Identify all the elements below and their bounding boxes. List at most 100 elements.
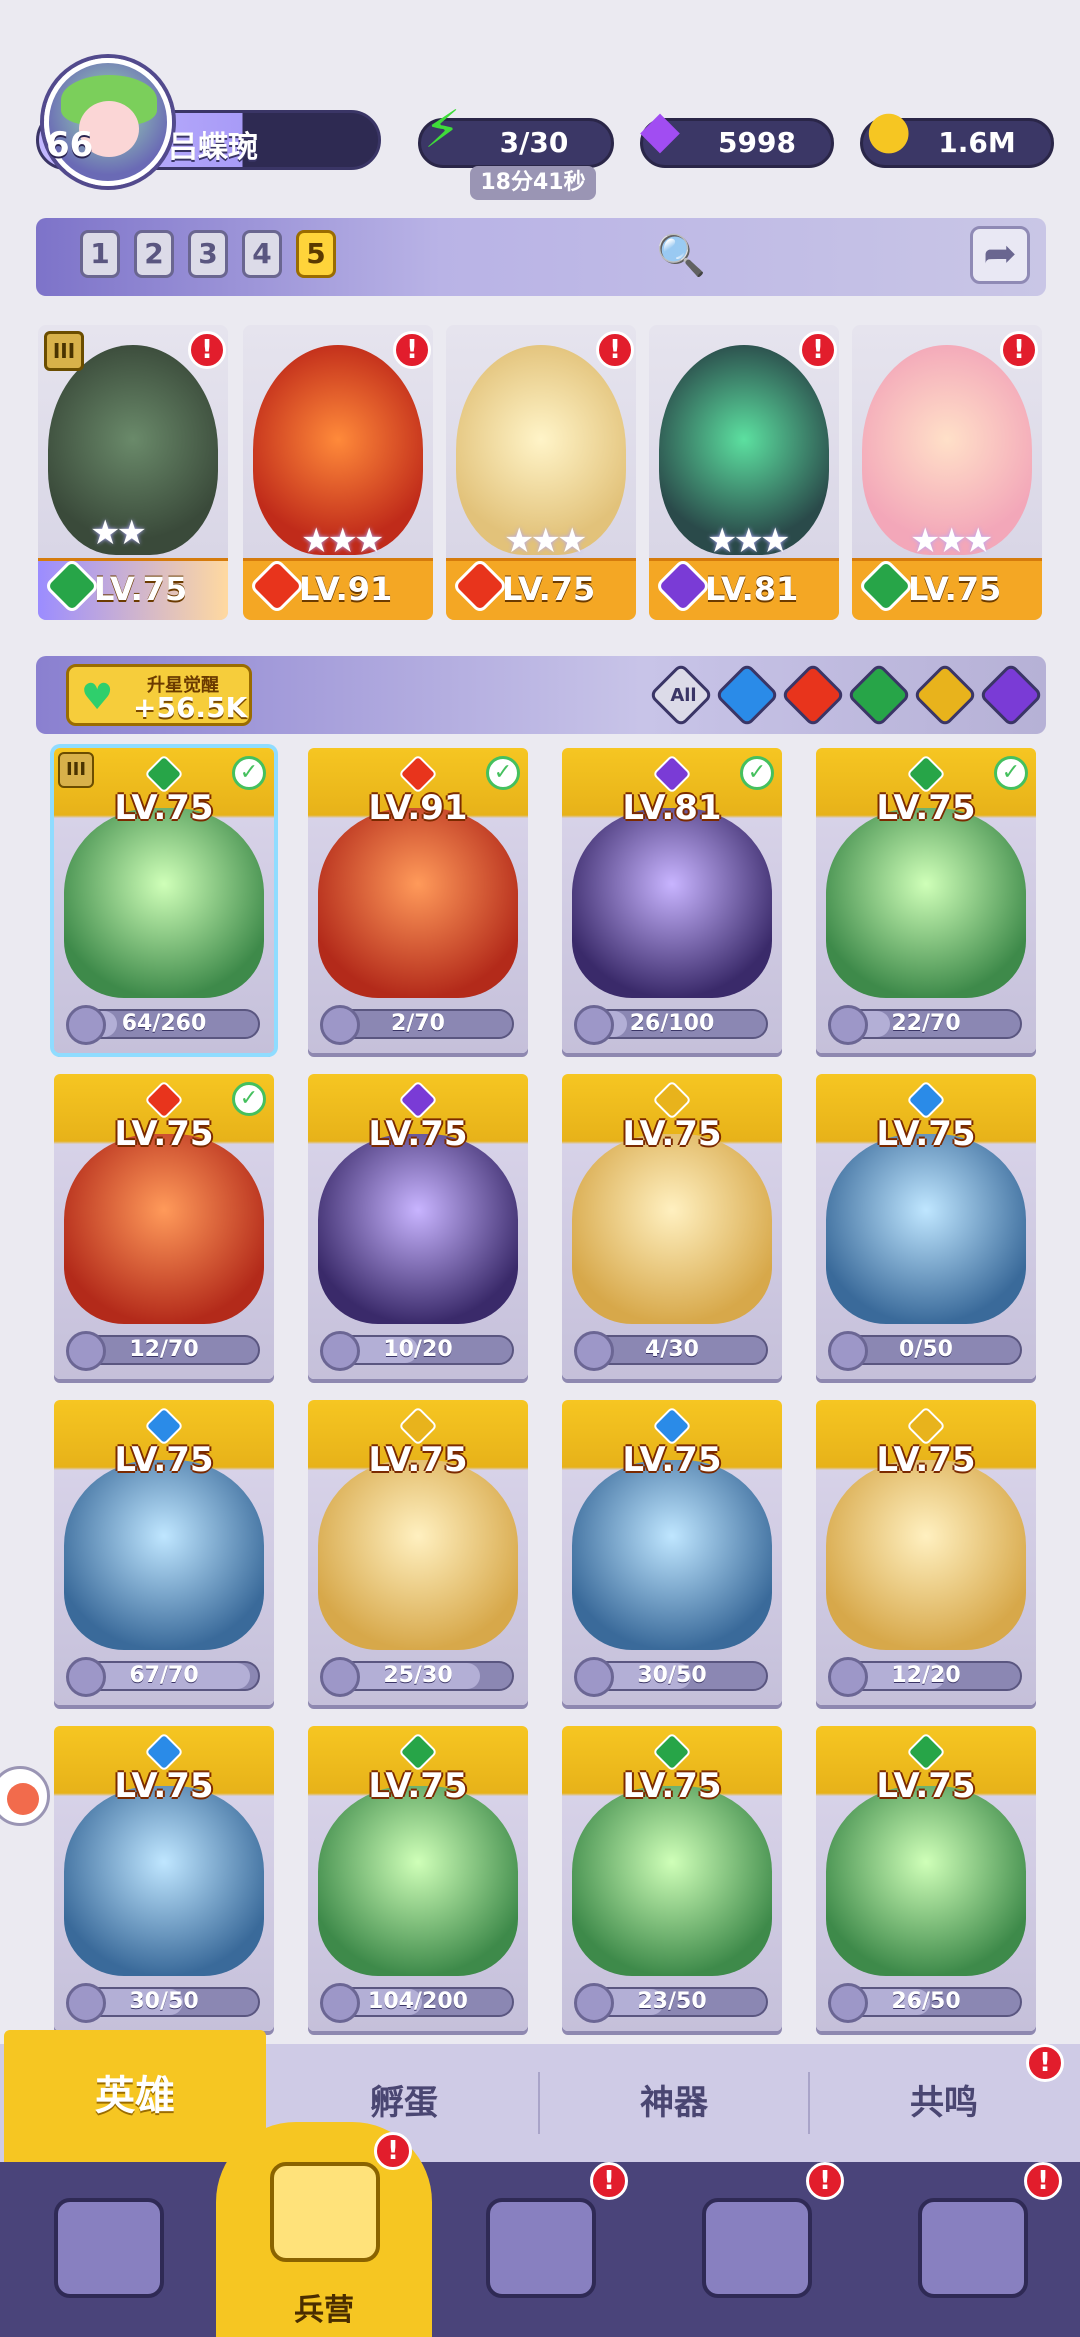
team-select-bar: 1 2 3 4 5 🔍 ➦ bbox=[36, 218, 1046, 296]
water-filter-icon[interactable] bbox=[714, 662, 780, 728]
hero-portrait bbox=[318, 808, 518, 998]
team-slot-3[interactable]: ★★★ ! LV.75 bbox=[446, 325, 636, 620]
hero-card[interactable]: LV.75 12/20 bbox=[816, 1400, 1036, 1705]
star-awaken-button[interactable]: ♥ 升星觉醒 +56.5K bbox=[66, 664, 252, 726]
heart-icon: ♥ bbox=[81, 677, 114, 718]
shard-count: 67/70 bbox=[129, 1663, 199, 1688]
gem-value: 5998 bbox=[718, 126, 796, 159]
top-bar: 66 吕蝶琬 3/30 ⚡ 18分41秒 5998 ◆ 1.6M ● bbox=[0, 0, 1080, 200]
hero-level: LV.81 bbox=[705, 570, 799, 608]
shard-count: 2/70 bbox=[391, 1011, 445, 1036]
helper-face bbox=[7, 1783, 39, 1815]
hero-level: LV.91 bbox=[368, 788, 468, 828]
hero-level: LV.75 bbox=[368, 1766, 468, 1806]
rank-badge: III bbox=[58, 752, 94, 788]
hero-portrait bbox=[318, 1460, 518, 1650]
dark-filter-icon[interactable] bbox=[978, 662, 1044, 728]
fire-filter-icon[interactable] bbox=[780, 662, 846, 728]
hero-level: LV.75 bbox=[876, 1766, 976, 1806]
hero-portrait bbox=[64, 1786, 264, 1976]
light-filter-icon[interactable] bbox=[912, 662, 978, 728]
team-tab-3[interactable]: 3 bbox=[188, 230, 228, 278]
hero-card[interactable]: ✓ LV.75 22/70 bbox=[816, 748, 1036, 1053]
hero-level: LV.75 bbox=[114, 1766, 214, 1806]
hero-portrait bbox=[572, 808, 772, 998]
team-slot-1[interactable]: III ★★ ! LV.75 bbox=[38, 325, 228, 620]
hero-card[interactable]: ✓ LV.91 2/70 bbox=[308, 748, 528, 1053]
shard-progress-bar: 30/50 bbox=[66, 1983, 260, 2023]
alert-badge: ! bbox=[806, 2162, 844, 2200]
nature-filter-icon[interactable] bbox=[846, 662, 912, 728]
hero-level: LV.75 bbox=[114, 788, 214, 828]
shard-progress-bar: 104/200 bbox=[320, 1983, 514, 2023]
nav-map[interactable]: ! bbox=[432, 2162, 648, 2337]
hero-card[interactable]: LV.75 104/200 bbox=[308, 1726, 528, 2031]
hero-card[interactable]: LV.75 26/50 bbox=[816, 1726, 1036, 2031]
alert-badge: ! bbox=[1000, 331, 1038, 369]
player-avatar[interactable] bbox=[44, 58, 172, 186]
alert-badge: ! bbox=[799, 331, 837, 369]
shard-progress-bar: 2/70 bbox=[320, 1005, 514, 1045]
shard-progress-bar: 4/30 bbox=[574, 1331, 768, 1371]
hero-level: LV.75 bbox=[622, 1114, 722, 1154]
guild-icon bbox=[918, 2198, 1028, 2298]
team-slot-5[interactable]: ★★★ ! LV.75 bbox=[852, 325, 1042, 620]
nav-shop[interactable]: ! bbox=[648, 2162, 864, 2337]
team-slot-2[interactable]: ★★★ ! LV.91 bbox=[243, 325, 433, 620]
team-slot-4[interactable]: ★★★ ! LV.81 bbox=[649, 325, 839, 620]
shard-count: 26/100 bbox=[629, 1011, 715, 1036]
team-tab-4[interactable]: 4 bbox=[242, 230, 282, 278]
nav-guild[interactable]: ! bbox=[864, 2162, 1080, 2337]
shard-progress-bar: 25/30 bbox=[320, 1657, 514, 1697]
shard-progress-bar: 23/50 bbox=[574, 1983, 768, 2023]
hero-card[interactable]: LV.75 67/70 bbox=[54, 1400, 274, 1705]
alert-badge: ! bbox=[590, 2162, 628, 2200]
hero-card[interactable]: LV.75 0/50 bbox=[816, 1074, 1036, 1379]
filter-bar: ♥ 升星觉醒 +56.5K All bbox=[36, 656, 1046, 734]
shard-count: 23/50 bbox=[637, 1989, 707, 2014]
hero-card[interactable]: III ✓ LV.75 64/260 bbox=[54, 748, 274, 1053]
hero-level: LV.75 bbox=[502, 570, 596, 608]
hero-card[interactable]: ✓ LV.75 12/70 bbox=[54, 1074, 274, 1379]
team-tab-2[interactable]: 2 bbox=[134, 230, 174, 278]
tab-heroes[interactable]: 英雄 bbox=[4, 2030, 266, 2162]
nav-cards[interactable] bbox=[0, 2162, 216, 2337]
filter-all-button[interactable]: All bbox=[648, 662, 714, 728]
hero-card[interactable]: LV.75 23/50 bbox=[562, 1726, 782, 2031]
hero-card[interactable]: LV.75 30/50 bbox=[562, 1400, 782, 1705]
shard-count: 26/50 bbox=[891, 1989, 961, 2014]
hero-portrait bbox=[318, 1786, 518, 1976]
hero-card[interactable]: LV.75 25/30 bbox=[308, 1400, 528, 1705]
nav-barracks[interactable]: 兵营 ! bbox=[216, 2122, 432, 2337]
hero-level: LV.75 bbox=[368, 1440, 468, 1480]
hero-card[interactable]: LV.75 10/20 bbox=[308, 1074, 528, 1379]
map-icon bbox=[486, 2198, 596, 2298]
gold-coin-icon: ● bbox=[866, 100, 912, 160]
hero-card[interactable]: ✓ LV.81 26/100 bbox=[562, 748, 782, 1053]
star-rating: ★★★ bbox=[707, 521, 790, 561]
floating-helper-avatar[interactable] bbox=[0, 1766, 50, 1826]
sub-tab-bar: 英雄 孵蛋 神器 共鸣 ! bbox=[0, 2030, 1080, 2162]
shard-progress-bar: 67/70 bbox=[66, 1657, 260, 1697]
shard-count: 25/30 bbox=[383, 1663, 453, 1688]
search-icon[interactable]: 🔍 bbox=[656, 232, 706, 279]
hero-card[interactable]: LV.75 4/30 bbox=[562, 1074, 782, 1379]
star-rating: ★★★ bbox=[504, 521, 587, 561]
shard-count: 30/50 bbox=[129, 1989, 199, 2014]
filter-all-label: All bbox=[670, 684, 697, 706]
shard-count: 10/20 bbox=[383, 1337, 453, 1362]
shard-count: 30/50 bbox=[637, 1663, 707, 1688]
gold-value: 1.6M bbox=[938, 126, 1016, 159]
tab-artifacts[interactable]: 神器 bbox=[540, 2044, 808, 2162]
hero-portrait bbox=[64, 1460, 264, 1650]
nav-barracks-label: 兵营 bbox=[294, 2293, 354, 2328]
alert-badge: ! bbox=[188, 331, 226, 369]
team-tab-5[interactable]: 5 bbox=[296, 230, 336, 278]
share-icon[interactable]: ➦ bbox=[970, 226, 1030, 284]
team-tab-1[interactable]: 1 bbox=[80, 230, 120, 278]
shard-progress-bar: 22/70 bbox=[828, 1005, 1022, 1045]
check-icon: ✓ bbox=[232, 756, 266, 790]
player-name: 吕蝶琬 bbox=[168, 130, 258, 165]
hero-card[interactable]: LV.75 30/50 bbox=[54, 1726, 274, 2031]
shop-icon bbox=[702, 2198, 812, 2298]
